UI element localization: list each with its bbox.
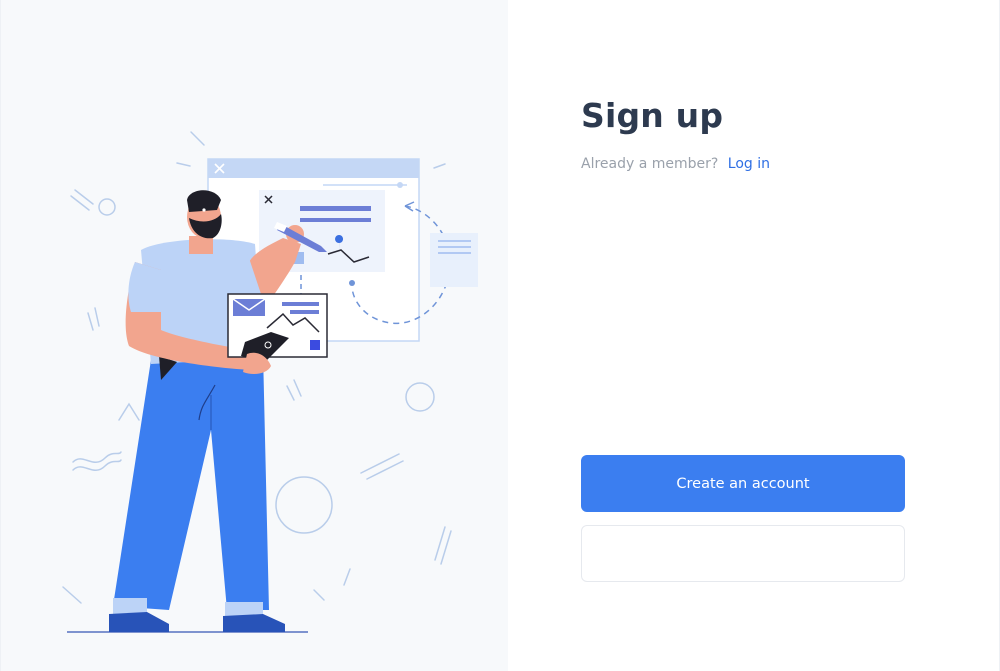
signup-page: Sign up Already a member? Log in Create … (0, 0, 1000, 671)
member-prompt-row: Already a member? Log in (581, 156, 770, 172)
create-account-button[interactable]: Create an account (581, 455, 905, 512)
illustration-panel (0, 0, 508, 671)
page-title: Sign up (581, 96, 724, 135)
signup-form-panel: Sign up Already a member? Log in Create … (508, 0, 1000, 671)
member-prompt-text: Already a member? (581, 156, 719, 172)
secondary-signup-button[interactable] (581, 525, 905, 582)
login-link[interactable]: Log in (728, 156, 770, 172)
person-with-phone-illustration (62, 131, 478, 633)
